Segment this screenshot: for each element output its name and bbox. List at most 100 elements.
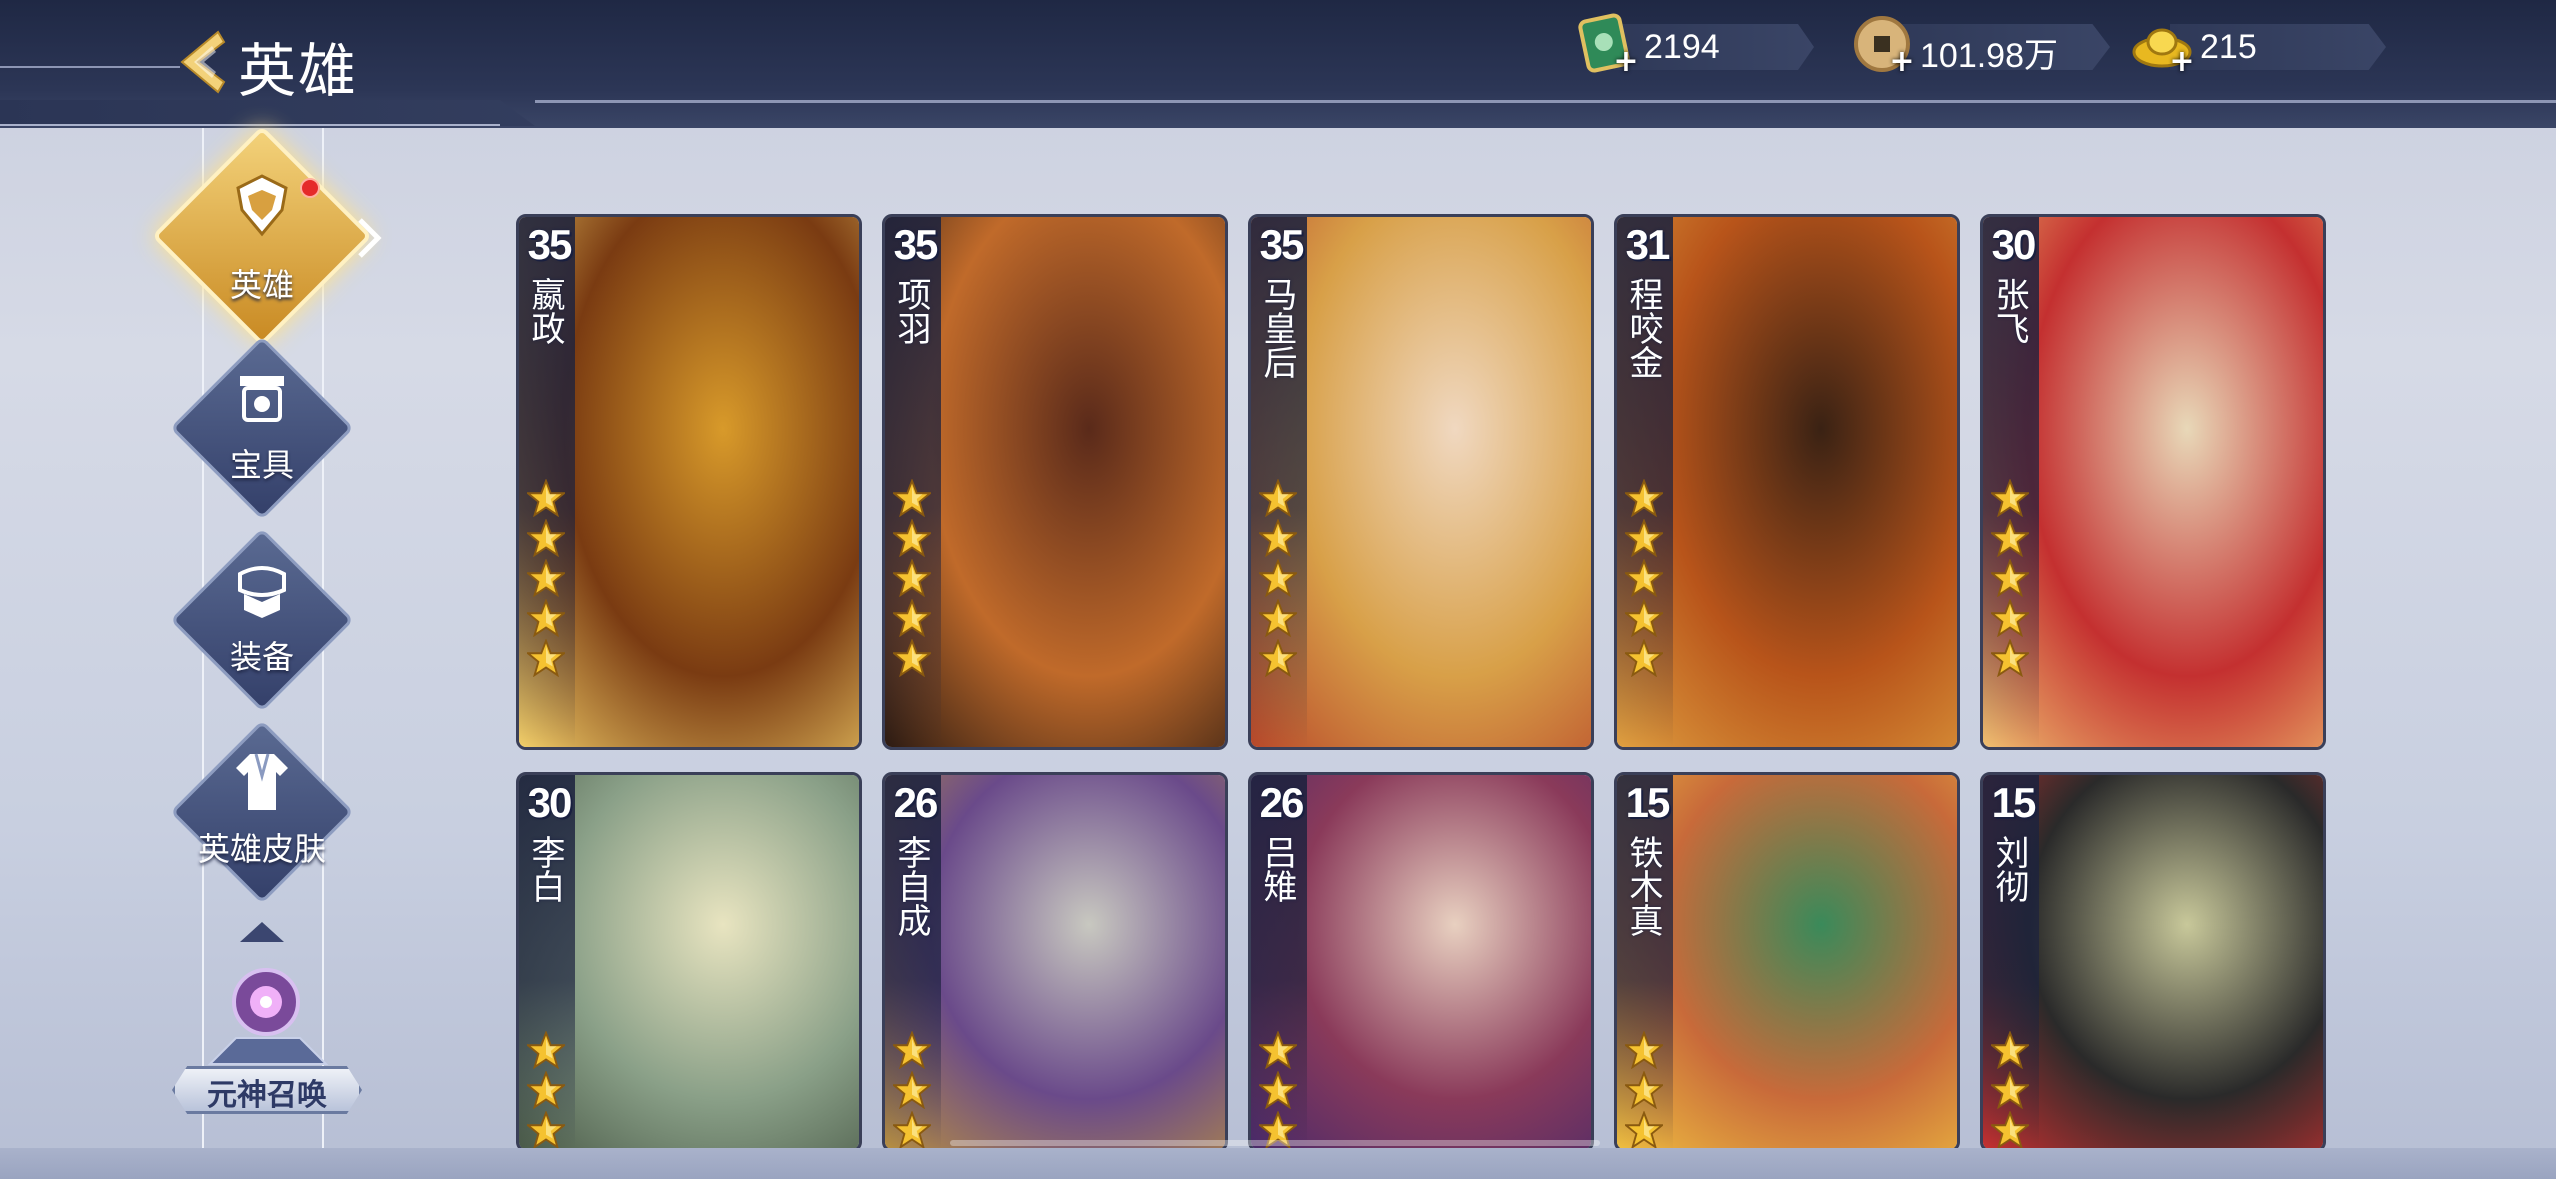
star-icon [891,1030,933,1070]
chevron-right-icon [358,218,382,258]
star-icon [525,1070,567,1110]
star-icon [1623,558,1665,598]
hero-card[interactable]: 30 张飞 [1980,214,2326,750]
hero-star-rating [1257,478,1299,679]
star-icon [525,1110,567,1149]
spirit-summon-button[interactable]: 元神召唤 [172,960,362,1120]
hero-level: 26 [893,779,939,826]
star-icon [1257,558,1299,598]
hero-level: 35 [893,221,939,268]
add-icon[interactable]: + [1612,47,1640,77]
star-icon [1623,478,1665,518]
star-icon [1989,598,2031,638]
star-icon [1257,518,1299,558]
star-icon [525,598,567,638]
hero-helmet-icon [236,174,288,237]
sidebar-item-hero-skin[interactable]: 英雄皮肤 [162,712,362,912]
star-icon [1257,598,1299,638]
star-icon [525,1030,567,1070]
robe-icon [236,753,288,810]
currency-coin[interactable]: + 101.98万 [1850,16,2120,77]
hero-name: 程咬金 [1623,277,1663,379]
hero-star-rating [891,478,933,679]
sidebar-item-equipment[interactable]: 装备 [162,520,362,720]
add-icon[interactable]: + [1888,47,1916,77]
star-icon [1989,478,2031,518]
star-icon [525,558,567,598]
sidebar-item-hero[interactable]: 英雄 [151,125,373,347]
star-icon [1623,598,1665,638]
currency-jade[interactable]: + 2194 [1574,13,1824,77]
hero-star-rating [1257,1030,1299,1149]
star-icon [1989,1030,2031,1070]
star-icon [525,518,567,558]
hero-name: 铁木真 [1623,835,1663,937]
hero-star-rating [1623,478,1665,679]
currency-value: 101.98万 [1920,37,2058,75]
back-button[interactable] [172,28,228,96]
star-icon [891,598,933,638]
hero-star-rating [1989,478,2031,679]
star-icon [1623,1110,1665,1149]
star-icon [1989,638,2031,678]
hero-card-grid: 35 嬴政 35 项羽 35 马皇后 31 程咬金 30 张飞 30 李白 26 李自成 26 吕雉 15 铁木真… [516,214,2328,1154]
hero-card[interactable]: 15 铁木真 [1614,772,1960,1152]
hero-card[interactable]: 30 李白 [516,772,862,1152]
star-icon [891,478,933,518]
sidebar-item-treasure[interactable]: 宝具 [162,328,362,528]
summon-label: 元神召唤 [207,1078,327,1113]
star-icon [1623,1030,1665,1070]
hero-card[interactable]: 31 程咬金 [1614,214,1960,750]
hero-star-rating [525,1030,567,1149]
top-bar-divider [0,66,180,68]
top-bar-edge-left [0,124,500,126]
page-title: 英雄 [238,37,359,105]
chevron-left-icon [180,30,226,94]
summon-base-icon [207,1037,329,1065]
star-icon [1257,1070,1299,1110]
hero-level: 30 [527,779,573,826]
bottom-shade [0,1148,2556,1179]
hero-card[interactable]: 35 马皇后 [1248,214,1594,750]
hero-level: 30 [1991,221,2037,268]
hero-level: 31 [1625,221,1671,268]
hero-star-rating [525,478,567,679]
hero-name: 嬴政 [525,277,565,345]
hero-name: 李自成 [891,835,931,937]
hero-card[interactable]: 26 吕雉 [1248,772,1594,1152]
sidebar-item-label: 装备 [229,638,294,676]
star-icon [891,1070,933,1110]
add-icon[interactable]: + [2168,47,2196,77]
currency-ingot[interactable]: + 215 [2130,24,2386,77]
hero-card[interactable]: 15 刘彻 [1980,772,2326,1152]
hero-level: 35 [1259,221,1305,268]
hero-level: 15 [1625,779,1671,826]
star-icon [891,1110,933,1149]
hero-star-rating [1989,1030,2031,1149]
currency-value: 2194 [1644,28,1720,66]
hero-name: 张飞 [1989,277,2029,345]
star-icon [1257,478,1299,518]
star-icon [891,558,933,598]
star-icon [1257,1030,1299,1070]
hero-name: 马皇后 [1257,277,1297,379]
star-icon [1989,558,2031,598]
scroll-up-arrow-icon[interactable] [240,922,284,942]
hero-card[interactable]: 35 嬴政 [516,214,862,750]
hero-name: 李白 [525,835,565,903]
star-icon [1989,518,2031,558]
hero-card[interactable]: 26 李自成 [882,772,1228,1152]
star-icon [1623,1070,1665,1110]
sidebar-item-label: 英雄 [229,266,294,304]
star-icon [1623,638,1665,678]
hero-star-rating [891,1030,933,1149]
hero-level: 26 [1259,779,1305,826]
hero-card[interactable]: 35 项羽 [882,214,1228,750]
hero-name: 吕雉 [1257,835,1297,903]
star-icon [1989,1110,2031,1149]
spirit-gem-icon [232,968,300,1036]
sidebar-item-label: 英雄皮肤 [197,830,326,868]
hero-level: 15 [1991,779,2037,826]
scroll-indicator[interactable] [950,1140,1600,1146]
sidebar-item-label: 宝具 [229,446,294,484]
